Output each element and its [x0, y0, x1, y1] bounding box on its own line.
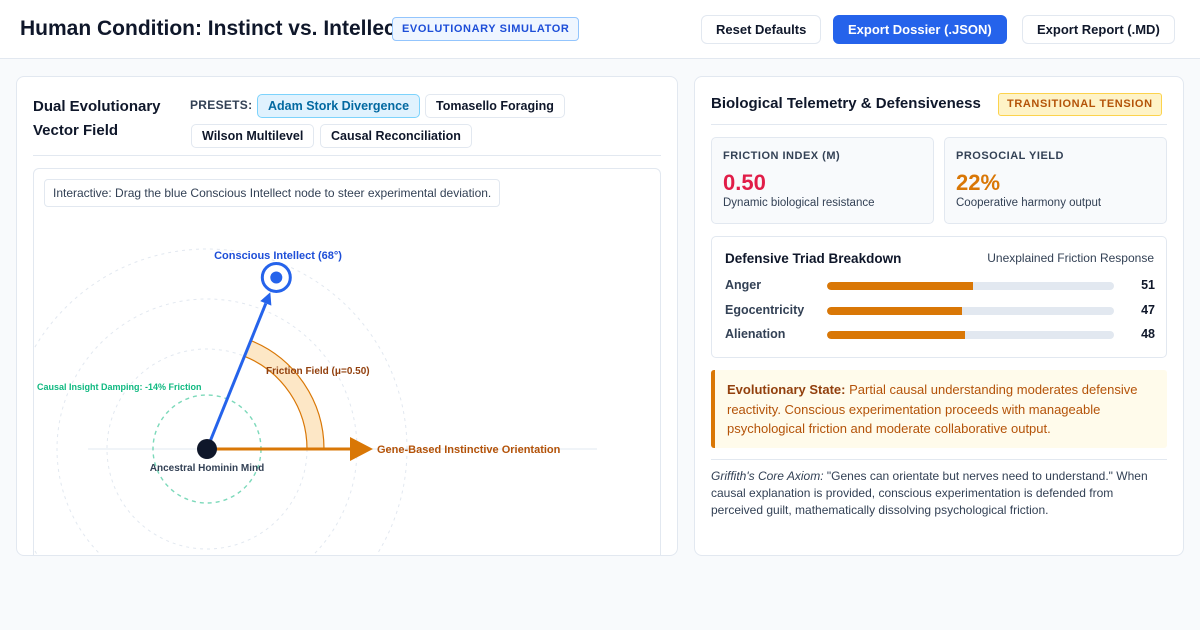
vector-field-svg[interactable]: Conscious Intellect (68°) Friction Field… [34, 169, 661, 556]
triad-value: 48 [1141, 327, 1155, 341]
triad-value: 47 [1141, 303, 1155, 317]
triad-label: Egocentricity [725, 303, 805, 317]
triad-bar-fill [827, 331, 965, 339]
simulator-badge: EVOLUTIONARY SIMULATOR [392, 17, 580, 41]
divider [711, 124, 1167, 125]
instinct-arrowhead [350, 437, 373, 461]
status-badge: TRANSITIONAL TENSION [998, 93, 1162, 116]
metric-desc: Dynamic biological resistance [723, 197, 875, 209]
reset-defaults-button[interactable]: Reset Defaults [701, 15, 822, 44]
vector-field-canvas[interactable]: Conscious Intellect (68°) Friction Field… [33, 168, 661, 556]
vector-panel-title: Dual Evolutionary Vector Field [33, 98, 161, 139]
preset-tomasello[interactable]: Tomasello Foraging [425, 94, 565, 118]
triad-bar-fill [827, 282, 974, 290]
triad-value: 51 [1141, 278, 1155, 292]
triad-row-egocentricity: Egocentricity 47 [725, 302, 1155, 320]
ring-outer [34, 248, 408, 555]
telemetry-title: Biological Telemetry & Defensiveness [711, 95, 981, 112]
triad-bar-track [827, 307, 1114, 315]
evolutionary-state-box: Evolutionary State: Partial causal under… [711, 370, 1167, 448]
intellect-label: Conscious Intellect (68°) [214, 250, 342, 262]
conscious-intellect-node[interactable] [260, 261, 292, 293]
state-label: Evolutionary State: [727, 382, 846, 397]
export-json-button[interactable]: Export Dossier (.JSON) [833, 15, 1007, 44]
preset-adam-stork[interactable]: Adam Stork Divergence [257, 94, 421, 118]
preset-wilson[interactable]: Wilson Multilevel [191, 124, 315, 148]
triad-label: Alienation [725, 327, 786, 341]
friction-label: Friction Field (μ=0.50) [266, 366, 370, 377]
metric-desc: Cooperative harmony output [956, 197, 1102, 209]
divider [33, 155, 661, 156]
export-md-button[interactable]: Export Report (.MD) [1022, 15, 1175, 44]
vector-field-panel: Dual Evolutionary Vector Field PRESETS: … [16, 76, 678, 556]
triad-title: Defensive Triad Breakdown [725, 251, 902, 266]
app-title: Human Condition: Instinct vs. Intellect [20, 17, 403, 40]
friction-index-card: FRICTION INDEX (M) 0.50 Dynamic biologic… [711, 137, 934, 224]
instinct-label: Gene-Based Instinctive Orientation [377, 444, 561, 456]
core-axiom: Griffith's Core Axiom: "Genes can orient… [711, 468, 1167, 519]
intellect-vector [205, 302, 268, 450]
damping-label: Causal Insight Damping: -14% Friction [37, 382, 202, 392]
triad-bar-track [827, 331, 1114, 339]
triad-subtitle: Unexplained Friction Response [987, 251, 1154, 265]
telemetry-panel: Biological Telemetry & Defensiveness TRA… [694, 76, 1184, 556]
origin-label: Ancestral Hominin Mind [150, 463, 264, 474]
divider [711, 459, 1167, 460]
friction-index-value: 0.50 [723, 170, 766, 195]
defensive-triad-card: Defensive Triad Breakdown Unexplained Fr… [711, 236, 1167, 358]
triad-label: Anger [725, 278, 762, 292]
axiom-label: Griffith's Core Axiom: [711, 469, 824, 483]
metric-label: PROSOCIAL YIELD [956, 150, 1064, 162]
top-bar: Human Condition: Instinct vs. Intellect … [0, 0, 1200, 59]
triad-bar-track [827, 282, 1114, 290]
origin-node [197, 439, 217, 459]
preset-causal[interactable]: Causal Reconciliation [320, 124, 472, 148]
triad-row-anger: Anger 51 [725, 277, 1155, 295]
prosocial-yield-card: PROSOCIAL YIELD 22% Cooperative harmony … [944, 137, 1167, 224]
prosocial-yield-value: 22% [956, 170, 1001, 195]
presets-label: PRESETS: [190, 98, 253, 112]
interaction-hint: Interactive: Drag the blue Conscious Int… [44, 179, 501, 207]
triad-row-alienation: Alienation 48 [725, 326, 1155, 344]
triad-bar-fill [827, 307, 962, 315]
friction-field-band [243, 339, 325, 450]
metric-label: FRICTION INDEX (M) [723, 150, 841, 162]
